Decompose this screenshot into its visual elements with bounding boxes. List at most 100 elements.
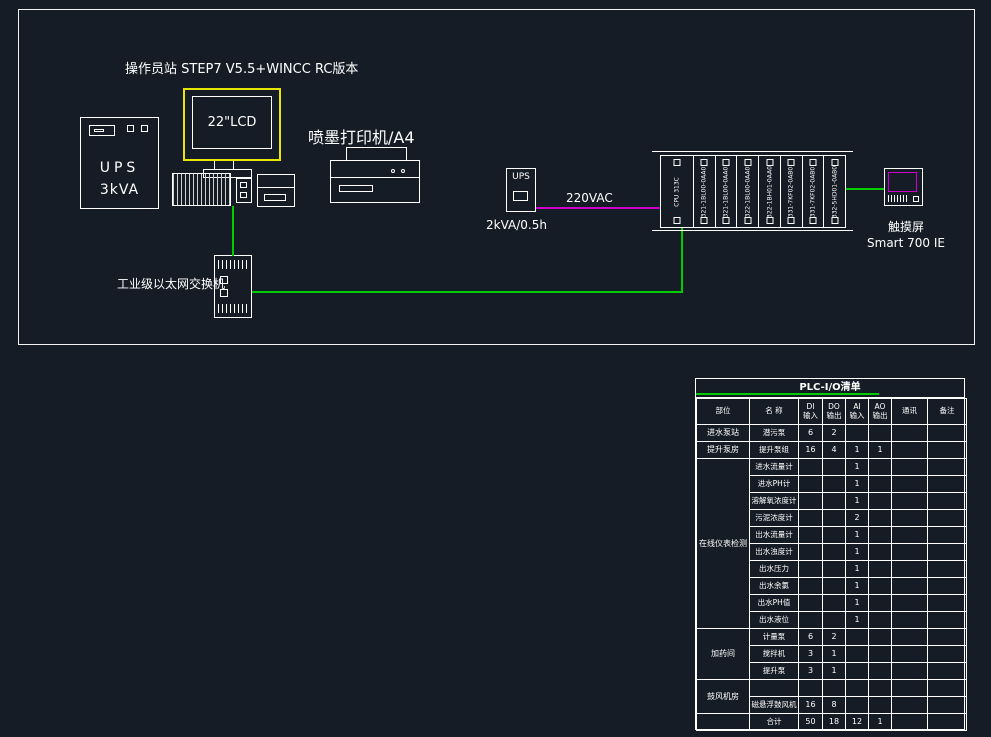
do-cell: [823, 680, 846, 697]
plc-rack: CPU 313C321-1BL00-0AA0321-1BL00-0AA0322-…: [660, 155, 846, 228]
column-header: AI输入: [846, 399, 869, 425]
ao-cell: [869, 476, 892, 493]
di-cell: [799, 527, 823, 544]
comm-cell: [892, 697, 928, 714]
comm-cell: [892, 680, 928, 697]
ao-cell: [869, 595, 892, 612]
device-name-cell: 出水流量计: [750, 527, 799, 544]
location-cell: 加药间: [697, 629, 750, 680]
plc-io-module: 332-5HD01-0AB0: [823, 155, 846, 228]
di-cell: [799, 544, 823, 561]
do-cell: 4: [823, 442, 846, 459]
ao-cell: [869, 561, 892, 578]
di-cell: 16: [799, 442, 823, 459]
location-cell: 在线仪表检测: [697, 459, 750, 629]
do-cell: 1: [823, 646, 846, 663]
voltage-label: 220VAC: [566, 191, 613, 205]
do-cell: [823, 561, 846, 578]
touch-panel-model: Smart 700 IE: [858, 235, 954, 251]
column-header: AO输出: [869, 399, 892, 425]
module-connector: [674, 217, 681, 224]
device-name-cell: 出水浊度计: [750, 544, 799, 561]
comm-cell: [892, 663, 928, 680]
ao-total-cell: 1: [869, 714, 892, 731]
printer-button: [391, 169, 395, 173]
comm-cell: [892, 646, 928, 663]
device-name-cell: 出水液位: [750, 612, 799, 629]
module-connector: [766, 159, 773, 166]
di-cell: [799, 595, 823, 612]
ethernet-switch-label: 工业级以太网交换机: [117, 275, 225, 292]
printer-button: [401, 169, 405, 173]
note-cell: [928, 442, 967, 459]
ai-cell: 1: [846, 595, 869, 612]
touch-panel-label: 触摸屏 Smart 700 IE: [858, 219, 954, 251]
title-underline: [696, 393, 879, 395]
note-cell: [928, 697, 967, 714]
total-label-cell: 合计: [750, 714, 799, 731]
device-name-cell: 溶解氧浓度计: [750, 493, 799, 510]
inkjet-printer: [330, 160, 420, 203]
pc-panel-line: [258, 187, 294, 188]
touch-panel-screen: [888, 172, 917, 192]
ao-cell: [869, 578, 892, 595]
ups-button: [141, 125, 148, 132]
ups-display-panel: [89, 125, 115, 136]
module-connector: [788, 159, 795, 166]
note-cell: [928, 544, 967, 561]
comm-cell: [892, 595, 928, 612]
do-cell: [823, 578, 846, 595]
comm-total-cell: [892, 714, 928, 731]
ups-small-label: UPS: [507, 172, 535, 182]
di-cell: [799, 578, 823, 595]
operator-station-label: 操作员站 STEP7 V5.5+WINCC RC版本: [125, 58, 358, 77]
ao-cell: [869, 544, 892, 561]
module-connector: [723, 159, 730, 166]
plc-io-module: 321-1BL00-0AA0: [693, 155, 716, 228]
comm-cell: [892, 544, 928, 561]
ai-cell: 1: [846, 578, 869, 595]
ao-cell: [869, 680, 892, 697]
module-connector: [701, 159, 708, 166]
comm-cell: [892, 425, 928, 442]
ao-cell: [869, 646, 892, 663]
column-header: DI输入: [799, 399, 823, 425]
total-row: 合计5018121: [697, 714, 967, 731]
ao-cell: 1: [869, 442, 892, 459]
io-table-body: 进水泵站潜污泵62提升泵房提升泵组16411在线仪表检测进水流量计1进水PH计1…: [697, 425, 967, 731]
ai-cell: [846, 646, 869, 663]
note-cell: [928, 595, 967, 612]
comm-cell: [892, 493, 928, 510]
note-cell: [928, 612, 967, 629]
module-label: 332-5HD01-0AB0: [831, 165, 838, 217]
di-cell: [799, 459, 823, 476]
printer-output-slot: [339, 185, 373, 192]
di-cell: [799, 476, 823, 493]
ups-main-unit: UPS 3kVA: [80, 117, 159, 209]
comm-cell: [892, 578, 928, 595]
do-cell: [823, 493, 846, 510]
device-name-cell: 出水PH值: [750, 595, 799, 612]
module-connector: [788, 217, 795, 224]
module-label: 322-1BL00-0AA0: [744, 166, 751, 217]
table-row: 提升泵房提升泵组16411: [697, 442, 967, 459]
io-table-title: PLC-I/O清单: [696, 379, 964, 398]
module-connector: [809, 159, 816, 166]
ai-cell: [846, 663, 869, 680]
ai-cell: 1: [846, 493, 869, 510]
ethernet-wire: [252, 291, 682, 293]
module-label: 321-1BL00-0AA0: [701, 166, 708, 217]
ao-cell: [869, 425, 892, 442]
module-connector: [701, 217, 708, 224]
location-cell: 进水泵站: [697, 425, 750, 442]
io-table-header-row: 部位名 称DI输入DO输出AI输入AO输出通讯备注: [697, 399, 967, 425]
di-cell: [799, 612, 823, 629]
note-cell: [928, 578, 967, 595]
note-cell: [928, 680, 967, 697]
do-cell: [823, 595, 846, 612]
ao-cell: [869, 459, 892, 476]
ai-total-cell: 12: [846, 714, 869, 731]
device-name-cell: 磁悬浮鼓风机: [750, 697, 799, 714]
module-connector: [744, 159, 751, 166]
device-name-cell: 潜污泵: [750, 425, 799, 442]
